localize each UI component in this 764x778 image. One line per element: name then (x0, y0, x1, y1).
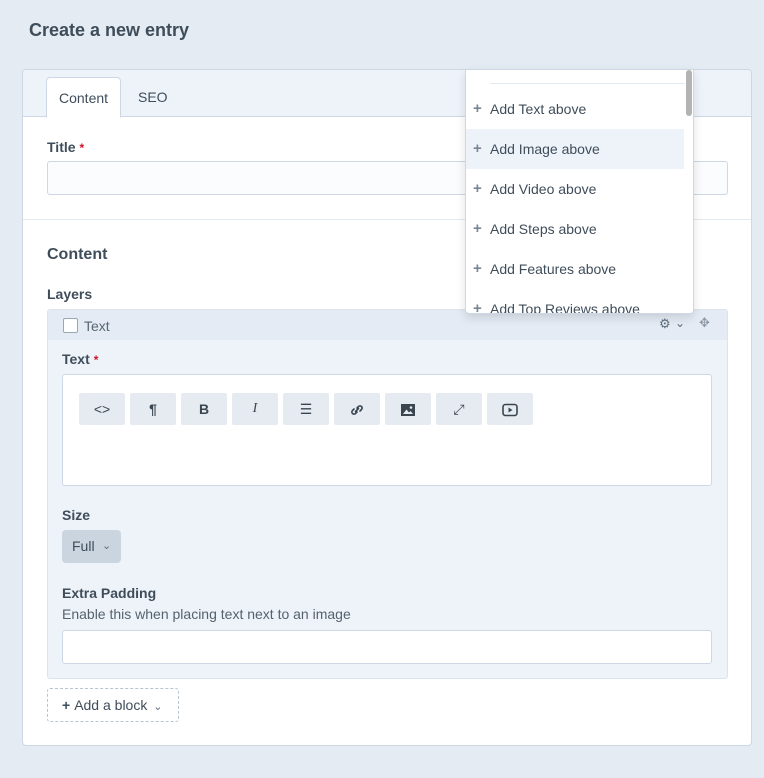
block-select-checkbox[interactable] (63, 318, 78, 333)
fullscreen-icon[interactable]: ⤢ (436, 393, 482, 425)
content-section-title: Content (47, 246, 108, 263)
extra-padding-label: Extra Padding (62, 585, 157, 601)
gear-icon[interactable]: ⚙ (659, 316, 671, 332)
size-label: Size (62, 507, 91, 523)
dropdown-item-add-steps-above[interactable]: + Add Steps above (466, 209, 684, 249)
dropdown-scrollbar[interactable] (685, 70, 693, 313)
extra-padding-input[interactable] (62, 630, 712, 664)
block-title: Text (84, 318, 110, 334)
required-marker: * (93, 353, 99, 367)
plus-icon: + (473, 140, 482, 157)
video-icon[interactable] (487, 393, 533, 425)
size-select[interactable]: Full ⌄ (62, 530, 121, 563)
link-icon (351, 405, 363, 416)
link-icon[interactable] (334, 393, 380, 425)
list-icon[interactable]: ☰ (283, 393, 329, 425)
dropdown-separator (490, 83, 685, 84)
tab-content[interactable]: Content (46, 77, 122, 118)
chevron-down-icon[interactable]: ⌄ (675, 316, 685, 330)
video-icon (502, 403, 518, 417)
plus-icon: + (473, 300, 482, 314)
text-block: Text ⚙ ⌄ ✥ Text * <> ¶ B I ☰ ⤢ Size Full… (47, 309, 728, 679)
layers-label: Layers (47, 286, 93, 302)
plus-icon: + (62, 697, 71, 713)
add-block-button[interactable]: + Add a block ⌄ (47, 688, 179, 722)
tab-seo[interactable]: SEO (126, 77, 180, 118)
dropdown-item-add-features-above[interactable]: + Add Features above (466, 249, 684, 289)
block-header: Text ⚙ ⌄ ✥ (48, 310, 727, 340)
plus-icon: + (473, 220, 482, 237)
code-icon[interactable]: <> (79, 393, 125, 425)
chevron-down-icon: ⌄ (153, 701, 163, 713)
extra-padding-hint: Enable this when placing text next to an… (62, 606, 351, 622)
plus-icon: + (473, 260, 482, 277)
bold-icon[interactable]: B (181, 393, 227, 425)
title-field-label: Title * (47, 139, 85, 155)
block-actions-dropdown: + Add Text above + Add Image above + Add Vi… (465, 69, 694, 314)
dropdown-item-add-top-reviews-above[interactable]: + Add Top Reviews above (466, 289, 684, 314)
required-marker: * (79, 141, 85, 155)
paragraph-icon[interactable]: ¶ (130, 393, 176, 425)
scrollbar-thumb[interactable] (686, 70, 692, 116)
dropdown-item-add-video-above[interactable]: + Add Video above (466, 169, 684, 209)
dropdown-item-add-text-above[interactable]: + Add Text above (466, 89, 684, 129)
italic-icon[interactable]: I (232, 393, 278, 425)
image-icon (401, 404, 415, 417)
rich-text-editor[interactable]: <> ¶ B I ☰ ⤢ (62, 374, 712, 486)
move-handle-icon[interactable]: ✥ (699, 315, 710, 331)
dropdown-item-add-image-above[interactable]: + Add Image above (466, 129, 684, 169)
plus-icon: + (473, 180, 482, 197)
text-field-label: Text * (62, 351, 99, 367)
page-title: Create a new entry (29, 20, 190, 40)
chevron-down-icon: ⌄ (102, 540, 112, 552)
image-icon[interactable] (385, 393, 431, 425)
plus-icon: + (473, 100, 482, 117)
